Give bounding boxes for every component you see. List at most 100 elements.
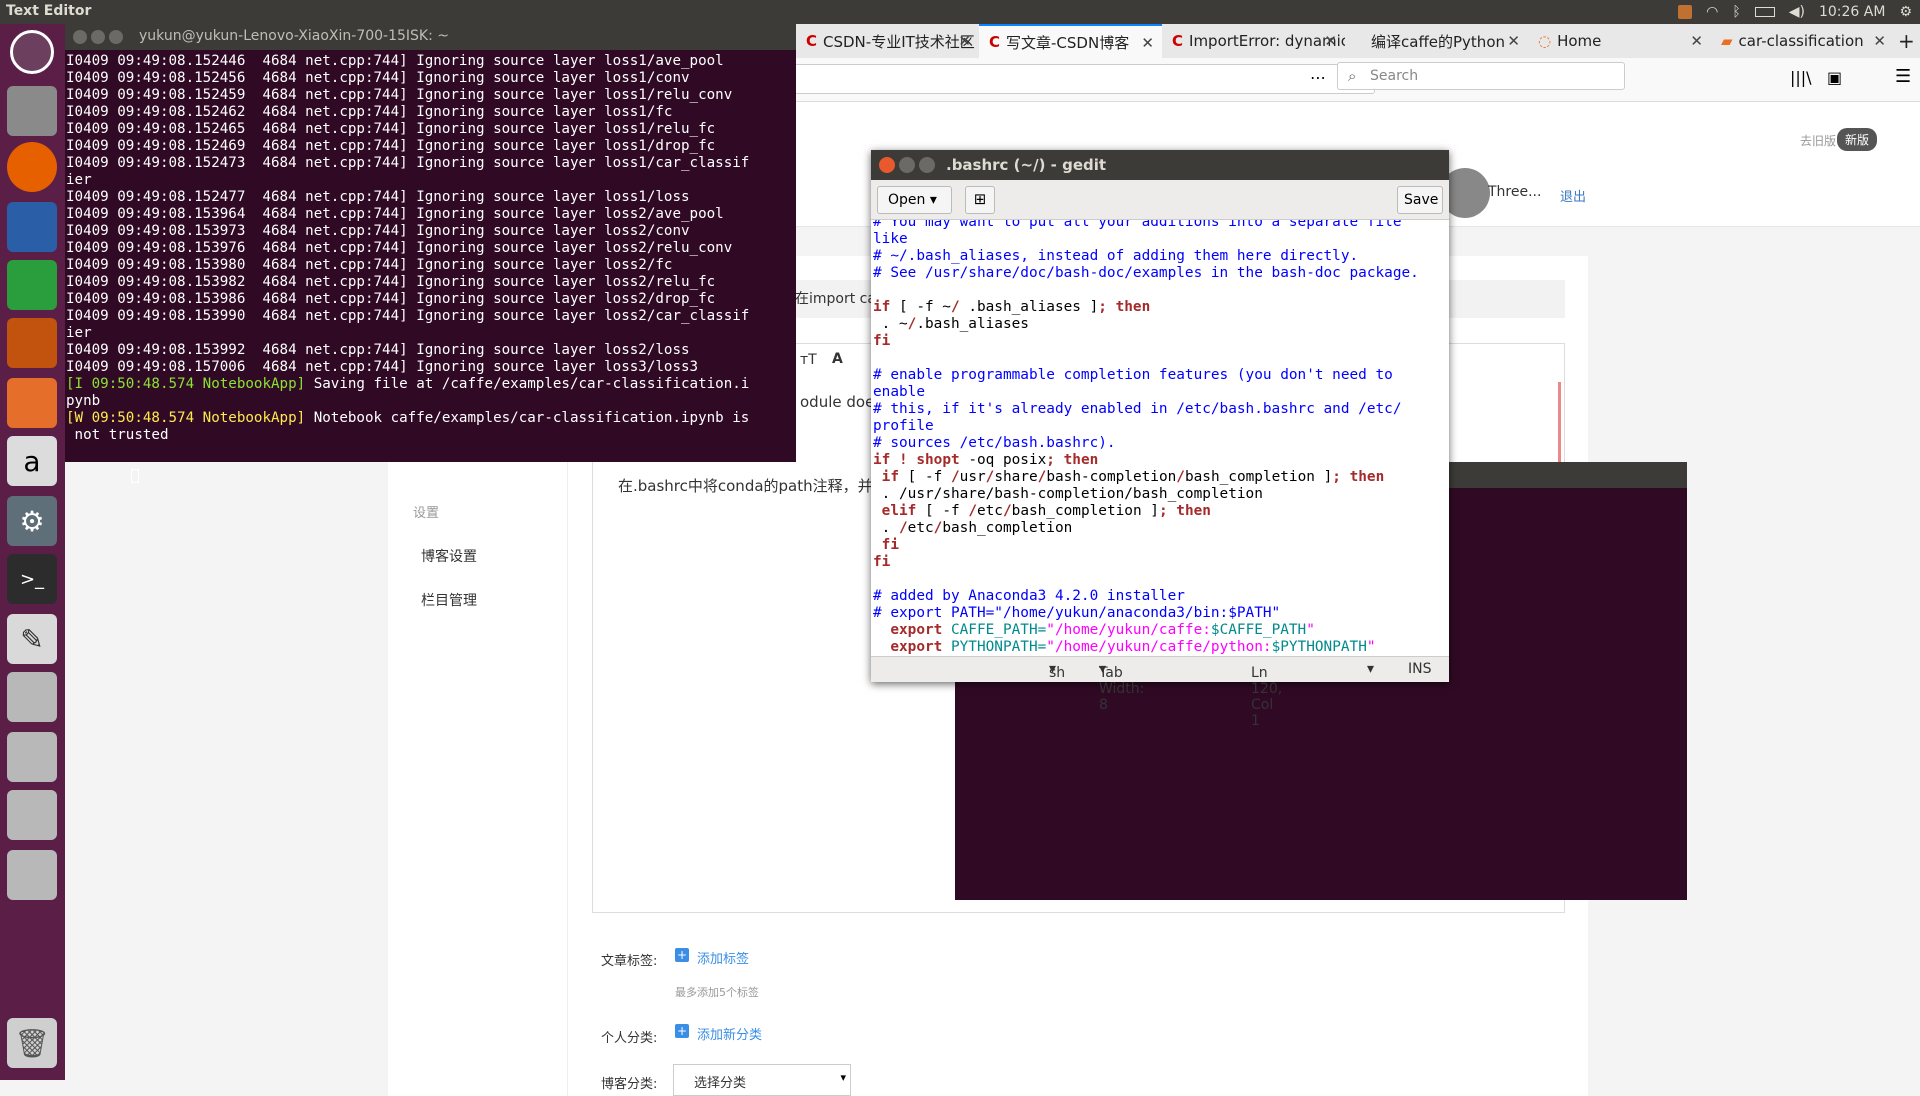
tab-csdn-home[interactable]: C CSDN-专业IT技术社区 ✕ <box>796 24 979 58</box>
font-size-tool[interactable]: ᴛT <box>800 352 817 368</box>
position-menu-icon[interactable]: ▾ <box>1367 661 1374 677</box>
writer-icon[interactable] <box>7 202 57 252</box>
wifi-icon[interactable]: ◠ <box>1706 4 1718 20</box>
search-input[interactable]: Search <box>1337 62 1625 90</box>
drive-icon[interactable] <box>7 850 57 900</box>
sidebar-item-blog-settings[interactable]: 博客设置 <box>421 546 477 566</box>
tab-importerror[interactable]: C ImportError: dynamic ✕ <box>1162 24 1345 58</box>
close-icon[interactable]: ✕ <box>958 32 971 50</box>
drive-icon[interactable] <box>7 790 57 840</box>
terminal-icon[interactable]: >_ <box>7 554 57 604</box>
new-document-button[interactable]: ⊞ <box>965 186 995 214</box>
open-button[interactable]: Open ▾ <box>877 186 952 214</box>
close-icon[interactable]: ✕ <box>1690 32 1703 50</box>
drive-icon[interactable] <box>7 732 57 782</box>
menu-icon[interactable]: ☰ <box>1895 66 1911 87</box>
sidebar-icon[interactable]: ▣ <box>1827 68 1842 87</box>
save-button[interactable]: Save <box>1397 186 1443 214</box>
gedit-titlebar[interactable]: .bashrc (~/) - gedit <box>871 150 1449 180</box>
terminal-line: ier <box>66 325 92 341</box>
dash-icon[interactable] <box>10 30 54 74</box>
code-line: fi <box>881 537 899 553</box>
sidebar-item-column-management[interactable]: 栏目管理 <box>421 590 477 610</box>
add-icon[interactable]: + <box>675 948 689 962</box>
close-icon[interactable] <box>879 157 895 173</box>
tab-home[interactable]: ◌ Home ✕ <box>1528 24 1711 58</box>
url-bar[interactable] <box>745 64 1375 94</box>
blog-category-select[interactable]: 选择分类 ▾ <box>673 1064 851 1096</box>
files-icon[interactable] <box>7 86 57 136</box>
code-line: # sources /etc/bash.bashrc). <box>873 435 1116 451</box>
terminal-line: ier <box>66 172 92 188</box>
add-category-link[interactable]: 添加新分类 <box>697 1024 762 1043</box>
code-line: . /etc/bash_completion <box>873 520 1073 536</box>
terminal-line: I0409 09:49:08.152446 4684 net.cpp:744] … <box>66 53 724 69</box>
text-editor-icon[interactable]: ✎ <box>7 614 57 664</box>
terminal-line: I0409 09:49:08.152477 4684 net.cpp:744] … <box>66 189 690 205</box>
content-snippet: 在import ca <box>795 291 876 307</box>
terminal-line: I0409 09:49:08.153980 4684 net.cpp:744] … <box>66 257 673 273</box>
close-icon[interactable]: ✕ <box>1507 32 1520 50</box>
code-line: if [ -f ~/ .bash_aliases ]; then <box>873 299 1151 315</box>
calc-icon[interactable] <box>7 260 57 310</box>
close-icon[interactable]: ✕ <box>1141 34 1154 52</box>
code-line: # You may want to put all your additions… <box>873 220 1402 230</box>
code-line: if ! shopt -oq posix; then <box>873 452 1099 468</box>
close-icon[interactable]: ✕ <box>1324 32 1337 50</box>
input-method-icon[interactable] <box>1678 5 1693 19</box>
page-actions-icon[interactable]: ⋯ <box>1310 68 1326 87</box>
logout-link[interactable]: 退出 <box>1560 186 1586 205</box>
code-line: export PYTHONPATH="/home/yukun/caffe/pyt… <box>890 639 1376 655</box>
new-tab-button[interactable]: + <box>1894 24 1920 58</box>
gedit-window[interactable]: .bashrc (~/) - gedit Open ▾ ⊞ Save # You… <box>871 150 1449 729</box>
terminal-window[interactable]: yukun@yukun-Lenovo-XiaoXin-700-15ISK: ~ … <box>65 24 796 483</box>
terminal-line: I0409 09:49:08.152469 4684 net.cpp:744] … <box>66 138 716 154</box>
terminal-line: I0409 09:49:08.152456 4684 net.cpp:744] … <box>66 70 690 86</box>
close-icon[interactable] <box>73 30 87 44</box>
tab-width-selector[interactable]: Tab Width: 8 ▾ <box>1099 661 1144 713</box>
terminal-line: [I 09:50:48.574 NotebookApp] Saving file… <box>66 376 750 392</box>
drive-icon[interactable] <box>7 672 57 722</box>
terminal-titlebar[interactable]: yukun@yukun-Lenovo-XiaoXin-700-15ISK: ~ <box>65 24 796 50</box>
library-icon[interactable]: |||\ <box>1790 68 1812 87</box>
code-line: fi <box>873 554 891 570</box>
system-settings-icon[interactable]: ⚙ <box>7 496 57 546</box>
terminal-cursor <box>131 469 139 483</box>
close-icon[interactable]: ✕ <box>1873 32 1886 50</box>
terminal-line: I0409 09:49:08.153973 4684 net.cpp:744] … <box>66 223 690 239</box>
amazon-icon[interactable]: a <box>7 436 57 486</box>
software-center-icon[interactable] <box>7 378 57 428</box>
code-line: # ~/.bash_aliases, instead of adding the… <box>873 248 1359 264</box>
maximize-icon[interactable] <box>109 30 123 44</box>
active-app-title: Text Editor <box>6 3 92 19</box>
battery-icon[interactable] <box>1754 7 1775 17</box>
terminal-line: I0409 09:49:08.157006 4684 net.cpp:744] … <box>66 359 699 375</box>
add-tag-link[interactable]: 添加标签 <box>697 948 749 967</box>
tab-write-article[interactable]: C 写文章-CSDN博客 ✕ <box>979 24 1162 58</box>
text-color-tool[interactable]: A <box>832 351 843 367</box>
language-selector[interactable]: sh ▾ <box>1049 661 1065 681</box>
old-version-link[interactable]: 去旧版 <box>1800 132 1836 149</box>
clock[interactable]: 10:26 AM <box>1819 4 1885 20</box>
minimize-icon[interactable] <box>91 30 105 44</box>
content-snippet: odule doe <box>800 393 875 411</box>
firefox-icon[interactable] <box>7 142 57 192</box>
minimize-icon[interactable] <box>899 157 915 173</box>
add-icon[interactable]: + <box>675 1024 689 1038</box>
new-version-badge[interactable]: 新版 <box>1837 128 1878 151</box>
terminal-line: not trusted <box>66 427 169 443</box>
volume-icon[interactable]: ◀) <box>1789 4 1805 20</box>
tab-car-classification[interactable]: ▰ car-classification ✕ <box>1711 24 1894 58</box>
gedit-text-area[interactable]: # You may want to put all your additions… <box>871 220 1449 656</box>
tab-compile-caffe[interactable]: 编译caffe的Python ✕ <box>1345 24 1528 58</box>
username[interactable]: Three... <box>1488 184 1541 200</box>
settings-gear-icon[interactable]: ⚙ <box>1899 4 1912 20</box>
impress-icon[interactable] <box>7 318 57 368</box>
trash-icon[interactable]: 🗑 <box>7 1018 57 1068</box>
launcher: a ⚙ >_ ✎ 🗑 <box>0 24 65 1080</box>
code-line: # See /usr/share/doc/bash-doc/examples i… <box>873 265 1419 281</box>
bluetooth-icon[interactable]: ᛒ <box>1732 4 1740 20</box>
maximize-icon[interactable] <box>919 157 935 173</box>
code-line: like <box>873 231 908 247</box>
